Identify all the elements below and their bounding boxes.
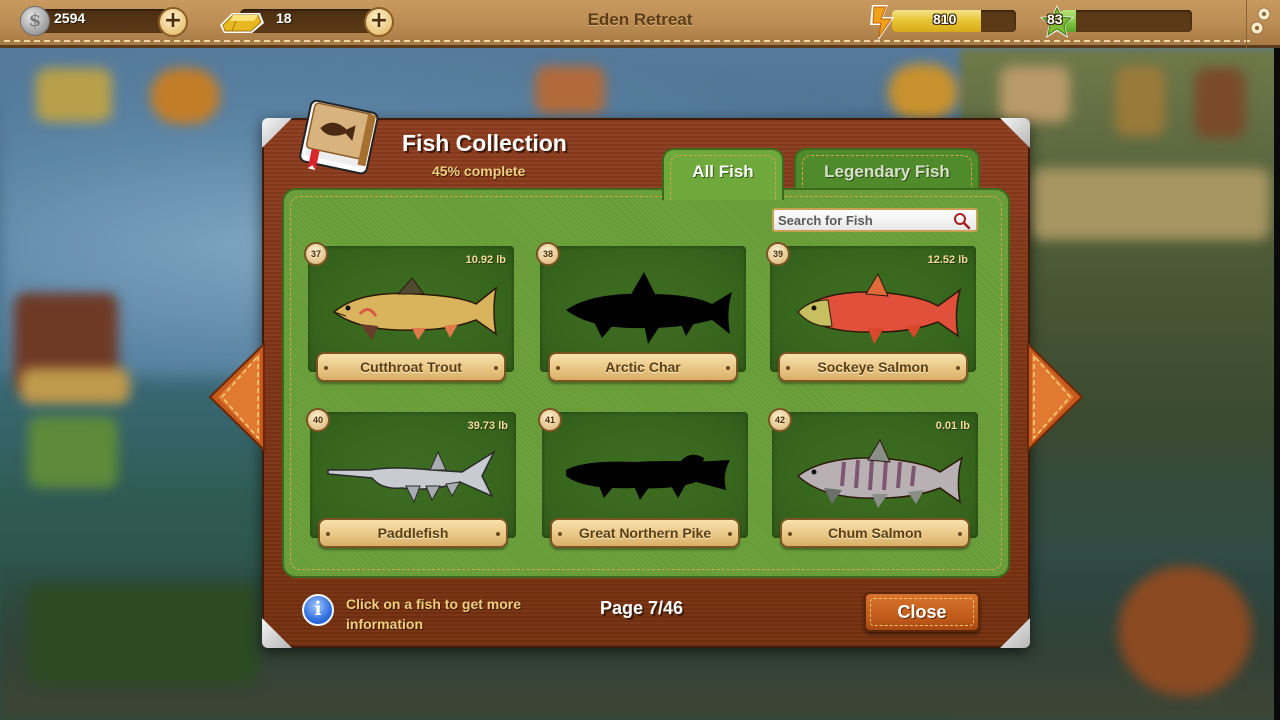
lightning-bolt-icon bbox=[870, 5, 894, 41]
next-page-button[interactable] bbox=[1026, 342, 1086, 452]
tab-label: All Fish bbox=[692, 162, 754, 181]
background-notice-board bbox=[1030, 168, 1270, 240]
info-icon: i bbox=[302, 594, 334, 626]
background-icon-shop bbox=[535, 66, 605, 114]
gears-icon bbox=[1250, 7, 1271, 35]
panel-corner bbox=[262, 118, 292, 148]
fish-name: Paddlefish bbox=[377, 525, 449, 541]
level-value: 83 bbox=[1047, 11, 1063, 27]
background-icon-map bbox=[36, 68, 112, 122]
fish-name-plaque: Sockeye Salmon bbox=[778, 352, 968, 382]
fish-number-badge: 38 bbox=[536, 242, 560, 266]
fish-number-badge: 37 bbox=[304, 242, 328, 266]
search-box bbox=[772, 208, 978, 232]
close-button-label: Close bbox=[897, 602, 947, 622]
background-icon-coin bbox=[888, 64, 958, 120]
xp-bar bbox=[1060, 10, 1192, 32]
fish-name: Arctic Char bbox=[605, 359, 681, 375]
screen-edge bbox=[1274, 0, 1280, 720]
collection-progress: 45% complete bbox=[432, 163, 526, 179]
fish-collection-dialog: Fish Collection 45% complete Legendary F… bbox=[208, 99, 1084, 648]
fish-card-cutthroat-trout[interactable]: 37 10.92 lb Cutthroat Trout bbox=[304, 242, 514, 394]
settings-button[interactable] bbox=[1246, 0, 1274, 48]
background-hut-label bbox=[20, 368, 130, 404]
background-map-thumb bbox=[28, 416, 118, 488]
top-bar: $ 2594 + 18 + Eden Retreat 810 83 bbox=[0, 0, 1280, 48]
background-status-panel bbox=[28, 584, 258, 684]
fish-name-plaque: Paddlefish bbox=[318, 518, 508, 548]
panel-corner bbox=[262, 618, 292, 648]
background-icon-character bbox=[1195, 68, 1245, 138]
fish-card-arctic-char[interactable]: 38 Arctic Char bbox=[536, 242, 746, 394]
fish-name-plaque: Arctic Char bbox=[548, 352, 738, 382]
fish-number-badge: 42 bbox=[768, 408, 792, 432]
cutthroat-trout-icon bbox=[332, 277, 498, 340]
chum-salmon-icon bbox=[796, 438, 964, 508]
energy-value: 810 bbox=[933, 11, 957, 27]
fish-number-badge: 41 bbox=[538, 408, 562, 432]
fish-card-paddlefish[interactable]: 40 39.73 lb Paddlefish bbox=[306, 408, 516, 560]
hint-text: Click on a fish to get more information bbox=[346, 596, 522, 632]
dialog-title: Fish Collection bbox=[402, 130, 567, 156]
great-northern-pike-silhouette-icon bbox=[566, 454, 730, 500]
page-indicator: Page 7/46 bbox=[600, 598, 684, 618]
background-icon-scroll bbox=[1000, 66, 1070, 122]
search-icon[interactable] bbox=[953, 212, 971, 230]
fish-grid: 37 10.92 lb Cutthroat Trout 38 Arctic Ch… bbox=[304, 242, 998, 566]
fish-grid-area: 37 10.92 lb Cutthroat Trout bbox=[282, 188, 1010, 578]
fish-name: Cutthroat Trout bbox=[360, 359, 462, 375]
fish-name: Great Northern Pike bbox=[578, 525, 712, 541]
fish-number-badge: 39 bbox=[766, 242, 790, 266]
panel-corner bbox=[1000, 618, 1030, 648]
fish-card-sockeye-salmon[interactable]: 39 12.52 lb Sockeye Salmon bbox=[766, 242, 976, 394]
background-icon-bag bbox=[150, 68, 220, 124]
sockeye-salmon-icon bbox=[796, 272, 962, 344]
paddlefish-icon bbox=[327, 449, 496, 504]
panel-corner bbox=[1000, 118, 1030, 148]
tab-all-fish[interactable]: All Fish bbox=[662, 148, 784, 200]
background-icon-figure bbox=[1115, 66, 1165, 136]
fish-card-chum-salmon[interactable]: 42 0.01 lb Chum Salmon bbox=[768, 408, 978, 560]
fish-number-badge: 40 bbox=[306, 408, 330, 432]
close-button[interactable]: Close bbox=[864, 592, 980, 632]
search-input[interactable] bbox=[774, 210, 954, 231]
fish-name-plaque: Chum Salmon bbox=[780, 518, 970, 548]
fish-name: Chum Salmon bbox=[827, 525, 923, 541]
previous-page-button[interactable] bbox=[206, 342, 266, 452]
background-round-button bbox=[1118, 566, 1252, 696]
fish-book-icon bbox=[299, 99, 379, 175]
fish-card-great-northern-pike[interactable]: 41 Great Northern Pike bbox=[538, 408, 748, 560]
fish-name: Sockeye Salmon bbox=[817, 359, 929, 375]
fish-name-plaque: Great Northern Pike bbox=[550, 518, 740, 548]
fish-name-plaque: Cutthroat Trout bbox=[316, 352, 506, 382]
arctic-char-silhouette-icon bbox=[566, 272, 732, 344]
tab-label: Legendary Fish bbox=[824, 162, 950, 181]
